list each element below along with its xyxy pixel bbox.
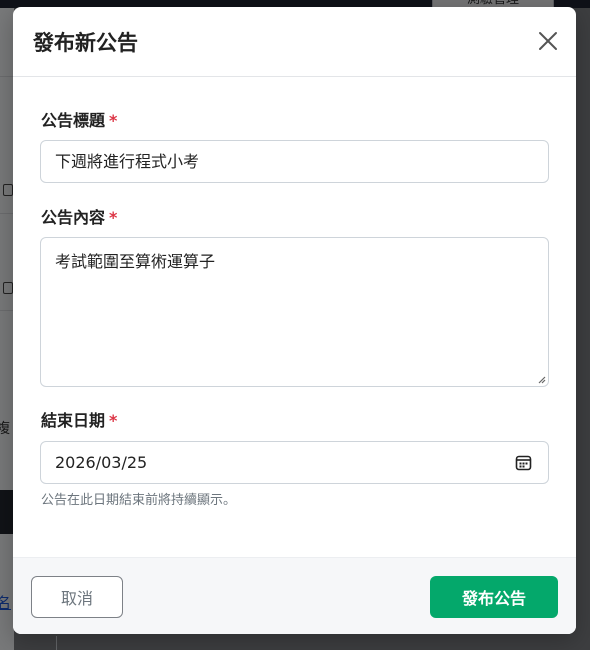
end-date-label-text: 結束日期 <box>41 411 106 430</box>
dialog-footer: 取消 發布公告 <box>13 557 576 634</box>
announcement-content-value: 考試範圍至算術運算子 <box>55 252 216 271</box>
required-mark: * <box>109 208 118 227</box>
dialog-header: 發布新公告 <box>13 7 576 77</box>
announcement-content-textarea[interactable]: 考試範圍至算術運算子 <box>40 237 549 387</box>
title-label-text: 公告標題 <box>41 111 106 130</box>
end-date-value: 2026/03/25 <box>55 453 148 472</box>
end-date-help-text: 公告在此日期結束前將持續顯示。 <box>41 493 237 508</box>
publish-announcement-dialog: 發布新公告 公告標題 * 下週將進行程式小考 公告內容 * 考試範圍至算術運算子 結… <box>13 7 576 634</box>
cancel-button[interactable]: 取消 <box>31 576 123 618</box>
content-label: 公告內容 * <box>41 204 117 228</box>
close-button[interactable] <box>532 25 564 57</box>
publish-announcement-button[interactable]: 發布公告 <box>430 576 558 618</box>
resize-handle-icon[interactable] <box>537 375 546 384</box>
close-icon <box>539 32 557 50</box>
required-mark: * <box>109 411 118 430</box>
content-label-text: 公告內容 <box>41 208 106 227</box>
announcement-title-value: 下週將進行程式小考 <box>55 152 200 171</box>
title-label: 公告標題 * <box>41 107 117 131</box>
announcement-title-input[interactable]: 下週將進行程式小考 <box>40 140 549 183</box>
calendar-icon[interactable] <box>515 454 532 471</box>
end-date-input[interactable]: 2026/03/25 <box>40 441 549 484</box>
end-date-label: 結束日期 * <box>41 407 117 431</box>
required-mark: * <box>109 111 118 130</box>
dialog-title: 發布新公告 <box>33 31 138 55</box>
